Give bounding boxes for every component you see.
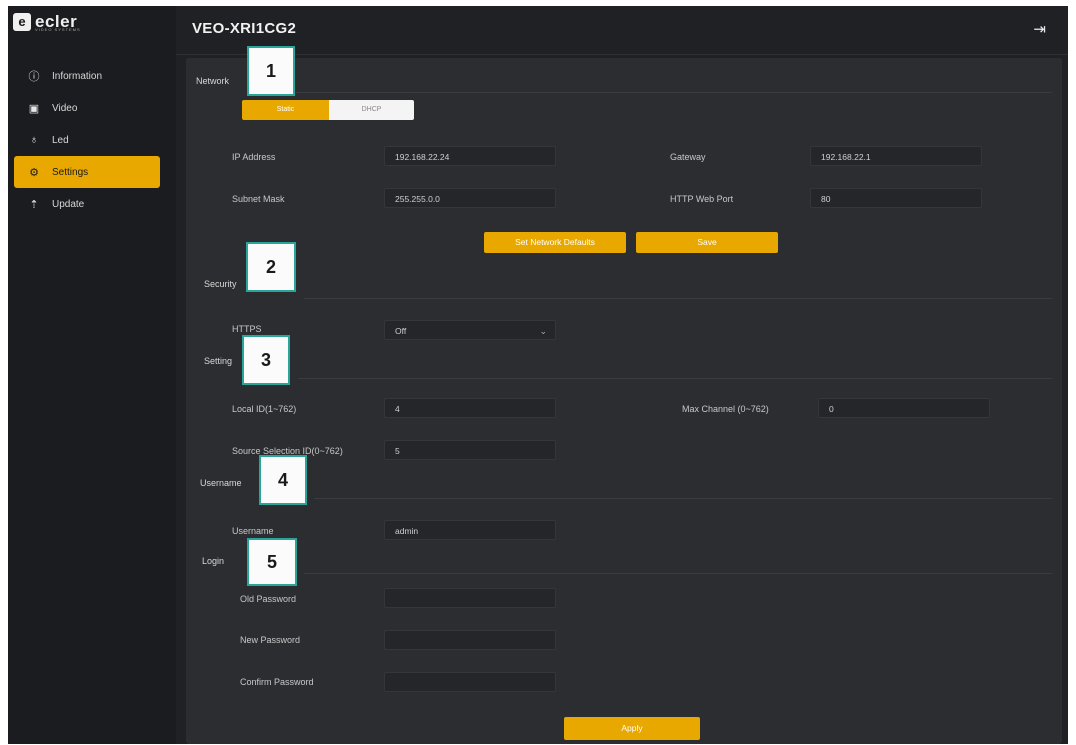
old-password-label: Old Password bbox=[240, 594, 297, 604]
sidebar-item-label: Information bbox=[52, 70, 103, 82]
network-mode-toggle: Static DHCP bbox=[242, 100, 414, 120]
info-icon: ⓘ bbox=[28, 71, 40, 83]
apply-button[interactable]: Apply bbox=[564, 717, 700, 740]
ip-address-input[interactable]: 192.168.22.24 bbox=[384, 146, 556, 166]
username-input[interactable]: admin bbox=[384, 520, 556, 540]
gear-icon: ⚙ bbox=[29, 166, 39, 179]
divider bbox=[304, 298, 1052, 299]
section-setting-title: Setting bbox=[204, 356, 233, 366]
sidebar-item-label: Settings bbox=[52, 166, 89, 178]
section-username-title: Username bbox=[200, 478, 242, 488]
source-selection-input[interactable]: 5 bbox=[384, 440, 556, 460]
divider bbox=[276, 92, 1052, 93]
sidebar-item-settings[interactable]: ⚙ Settings bbox=[14, 156, 160, 188]
logo-mark: e bbox=[13, 13, 31, 31]
http-port-label: HTTP Web Port bbox=[670, 194, 734, 204]
max-channel-label: Max Channel (0~762) bbox=[682, 404, 769, 414]
video-icon: ▣ bbox=[28, 102, 40, 115]
subnet-mask-label: Subnet Mask bbox=[232, 194, 285, 204]
callout-4: 4 bbox=[259, 455, 307, 505]
section-security-title: Security bbox=[204, 279, 237, 289]
save-button[interactable]: Save bbox=[636, 232, 778, 253]
username-label: Username bbox=[232, 526, 274, 536]
chevron-down-icon: ⌄ bbox=[539, 326, 547, 336]
callout-3: 3 bbox=[242, 335, 290, 385]
https-label: HTTPS bbox=[232, 324, 262, 334]
max-channel-input[interactable]: 0 bbox=[818, 398, 990, 418]
old-password-input[interactable] bbox=[384, 588, 556, 608]
page-title: VEO-XRI1CG2 bbox=[192, 20, 297, 37]
app-window: e ecler VIDEO SYSTEMS ⓘ Information ▣ Vi… bbox=[8, 6, 1068, 744]
mode-dhcp-button[interactable]: DHCP bbox=[329, 100, 414, 120]
subnet-mask-input[interactable]: 255.255.0.0 bbox=[384, 188, 556, 208]
bulb-icon: ♁ bbox=[29, 134, 39, 146]
mode-static-button[interactable]: Static bbox=[242, 100, 329, 120]
ip-address-label: IP Address bbox=[232, 152, 276, 162]
http-port-input[interactable]: 80 bbox=[810, 188, 982, 208]
sidebar-item-information[interactable]: ⓘ Information bbox=[14, 60, 160, 92]
local-id-label: Local ID(1~762) bbox=[232, 404, 297, 414]
settings-panel: Network Static DHCP IP Address 192.168.2… bbox=[186, 58, 1062, 744]
set-network-defaults-button[interactable]: Set Network Defaults bbox=[484, 232, 626, 253]
gateway-label: Gateway bbox=[670, 152, 706, 162]
confirm-password-input[interactable] bbox=[384, 672, 556, 692]
new-password-input[interactable] bbox=[384, 630, 556, 650]
logout-icon[interactable]: ⇥ bbox=[1033, 20, 1046, 38]
sidebar-item-label: Led bbox=[52, 134, 69, 146]
section-network-title: Network bbox=[196, 76, 230, 86]
https-select-value: Off bbox=[395, 326, 407, 336]
divider bbox=[298, 378, 1052, 379]
section-login-title: Login bbox=[202, 556, 225, 566]
https-select[interactable]: Off ⌄ bbox=[384, 320, 556, 340]
divider bbox=[304, 573, 1052, 574]
upload-icon: ⇡ bbox=[29, 198, 39, 211]
local-id-input[interactable]: 4 bbox=[384, 398, 556, 418]
sidebar-item-label: Update bbox=[52, 198, 85, 210]
callout-5: 5 bbox=[247, 538, 297, 586]
sidebar-item-label: Video bbox=[52, 102, 78, 114]
sidebar-nav: ⓘ Information ▣ Video ♁ Led ⚙ Settings ⇡… bbox=[14, 60, 160, 220]
sidebar-item-update[interactable]: ⇡ Update bbox=[14, 188, 160, 220]
callout-2: 2 bbox=[246, 242, 296, 292]
logo-subtitle: VIDEO SYSTEMS bbox=[35, 27, 81, 32]
callout-1: 1 bbox=[247, 46, 295, 96]
new-password-label: New Password bbox=[240, 635, 301, 645]
divider bbox=[314, 498, 1052, 499]
sidebar: e ecler VIDEO SYSTEMS ⓘ Information ▣ Vi… bbox=[8, 6, 176, 744]
sidebar-item-led[interactable]: ♁ Led bbox=[14, 124, 160, 156]
top-bar: VEO-XRI1CG2 ⇥ bbox=[176, 6, 1068, 55]
gateway-input[interactable]: 192.168.22.1 bbox=[810, 146, 982, 166]
confirm-password-label: Confirm Password bbox=[240, 677, 314, 687]
sidebar-item-video[interactable]: ▣ Video bbox=[14, 92, 160, 124]
